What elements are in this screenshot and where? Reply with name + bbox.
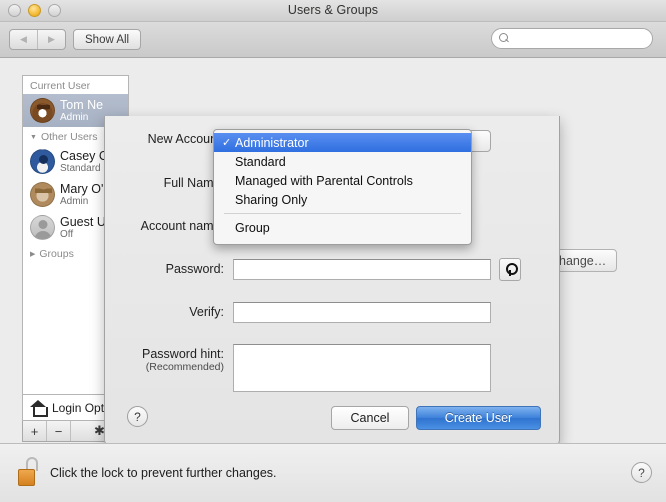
password-input[interactable] (233, 259, 491, 280)
verify-row: Verify: (116, 305, 224, 319)
disclosure-triangle-closed-icon[interactable]: ▶ (30, 250, 35, 258)
search-icon (499, 33, 510, 44)
new-account-row: New Account: (116, 132, 224, 146)
new-account-type-menu: ✓ Administrator Standard Managed with Pa… (213, 129, 472, 245)
menu-separator (224, 213, 461, 214)
navigation-segmented-control[interactable]: ◀ ▶ (9, 29, 66, 50)
remove-user-button[interactable]: − (47, 421, 71, 441)
menu-item-managed-with-parental-controls[interactable]: Managed with Parental Controls (214, 171, 471, 190)
menu-item-standard[interactable]: Standard (214, 152, 471, 171)
user-name: Guest U (60, 214, 106, 229)
cat-avatar (30, 182, 55, 207)
dog-avatar (30, 98, 55, 123)
disclosure-triangle-open-icon[interactable]: ▼ (30, 134, 37, 141)
full-name-label: Full Name: (163, 176, 224, 190)
window-title: Users & Groups (287, 3, 379, 17)
checkmark-icon: ✓ (222, 137, 232, 149)
unlocked-lock-icon[interactable] (17, 457, 41, 487)
key-icon[interactable] (499, 258, 521, 281)
menu-item-label: Standard (235, 154, 286, 169)
create-user-button[interactable]: Create User (416, 406, 541, 430)
penguin-avatar (30, 149, 55, 174)
menu-item-group[interactable]: Group (214, 218, 471, 237)
current-user-name: Tom Ne (60, 97, 104, 112)
menu-item-label: Sharing Only (235, 192, 308, 207)
help-button[interactable]: ? (631, 462, 652, 483)
user-name: Casey C (60, 148, 108, 163)
guest-avatar (30, 215, 55, 240)
toolbar: ◀ ▶ Show All (0, 22, 666, 58)
account-name-row: Account name: (116, 219, 224, 233)
password-hint-sublabel: (Recommended) (145, 361, 224, 373)
account-name-label: Account name: (140, 219, 224, 233)
verify-input[interactable] (233, 302, 491, 323)
content-area: Current User Tom Ne Admin ▼ Other Users … (0, 58, 666, 478)
current-user-role: Admin (60, 111, 89, 123)
password-hint-input[interactable] (233, 344, 491, 392)
title-bar: Users & Groups (0, 0, 666, 22)
menu-item-sharing-only[interactable]: Sharing Only (214, 190, 471, 209)
cancel-button[interactable]: Cancel (331, 406, 409, 430)
back-button[interactable]: ◀ (10, 30, 38, 49)
verify-label: Verify: (189, 305, 224, 319)
new-account-label: New Account: (147, 132, 224, 146)
user-role: Admin (60, 195, 89, 207)
menu-item-label: Managed with Parental Controls (235, 173, 413, 188)
user-name: Mary O' (60, 181, 104, 196)
users-and-groups-window: Users & Groups ◀ ▶ Show All Current User… (0, 0, 666, 502)
search-input[interactable] (514, 32, 644, 45)
current-user-header: Current User (30, 80, 91, 92)
search-field[interactable] (491, 28, 653, 49)
password-row: Password: (116, 262, 224, 276)
user-role: Off (60, 228, 74, 240)
menu-item-label: Administrator (235, 135, 309, 150)
add-user-button[interactable]: + (23, 421, 47, 441)
password-hint-row: Password hint: (Recommended) (116, 347, 224, 374)
menu-item-label: Group (235, 220, 270, 235)
forward-button[interactable]: ▶ (38, 30, 65, 49)
password-label: Password: (165, 262, 224, 276)
bottom-bar: Click the lock to prevent further change… (0, 443, 666, 502)
lock-status-text: Click the lock to prevent further change… (50, 466, 277, 480)
menu-item-administrator[interactable]: ✓ Administrator (214, 133, 471, 152)
show-all-button[interactable]: Show All (73, 29, 142, 50)
help-button[interactable]: ? (127, 406, 148, 427)
home-icon (30, 400, 48, 417)
password-hint-label: Password hint: (142, 347, 224, 361)
user-role: Standard (60, 162, 101, 174)
full-name-row: Full Name: (116, 176, 224, 190)
